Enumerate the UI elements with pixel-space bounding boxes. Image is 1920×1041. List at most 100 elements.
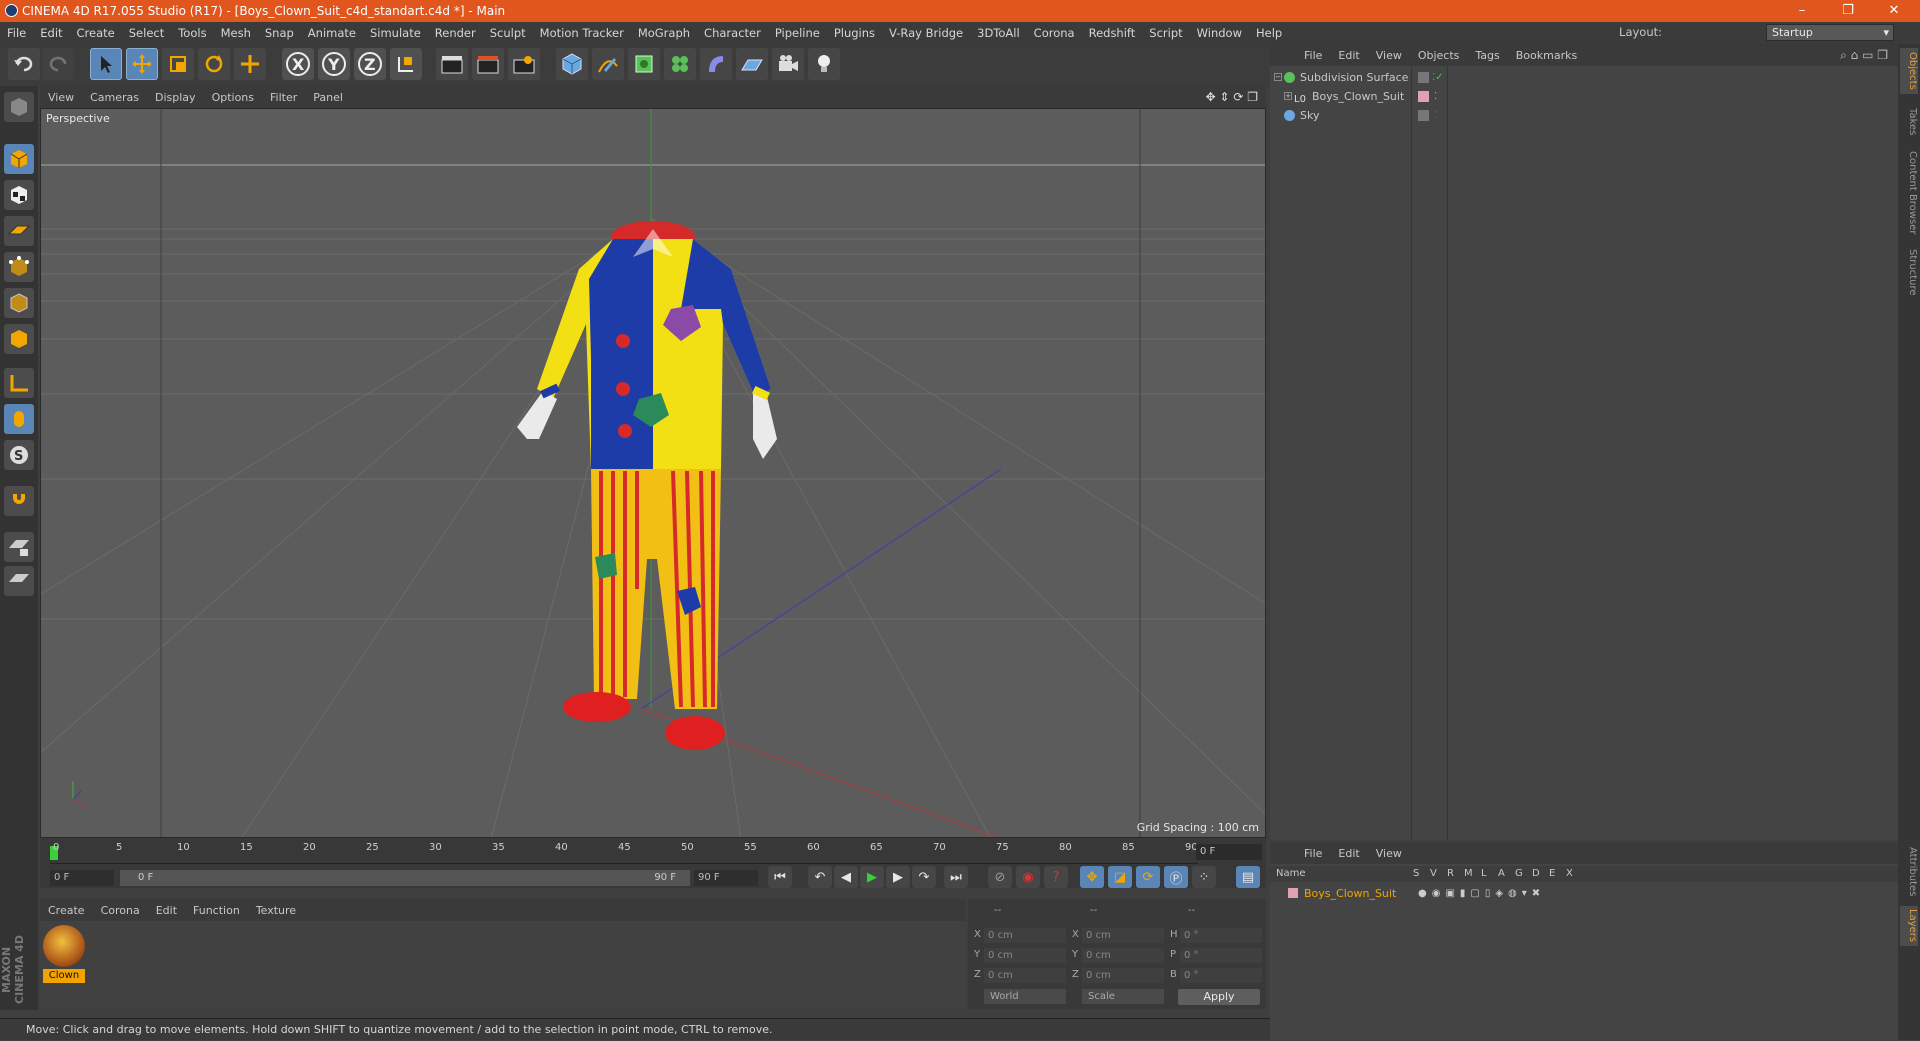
menu-3dtoall[interactable]: 3DToAll — [970, 26, 1027, 40]
menu-tools[interactable]: Tools — [171, 26, 213, 40]
range-slider[interactable]: 0 F 90 F — [120, 870, 690, 886]
object-menu-tags[interactable]: Tags — [1467, 49, 1507, 62]
render-to-picture-viewer-button[interactable] — [472, 48, 504, 80]
viewport-menu-view[interactable]: View — [40, 91, 82, 104]
key-rotation-button[interactable]: ⟳ — [1136, 866, 1160, 888]
key-position-button[interactable]: ✥ — [1080, 866, 1104, 888]
magnet-button[interactable] — [4, 486, 34, 516]
apply-button[interactable]: Apply — [1178, 989, 1260, 1005]
position-z-field[interactable]: 0 cm — [984, 968, 1066, 983]
menu-render[interactable]: Render — [428, 26, 483, 40]
tab-attributes[interactable]: Attributes — [1900, 844, 1918, 900]
texture-mode-button[interactable] — [4, 180, 34, 210]
tab-objects[interactable]: Objects — [1900, 48, 1918, 94]
menu-create[interactable]: Create — [70, 26, 122, 40]
previous-key-button[interactable]: ↶ — [808, 866, 832, 888]
layer-menu-edit[interactable]: Edit — [1330, 847, 1367, 860]
tab-structure[interactable]: Structure — [1900, 244, 1918, 300]
tab-takes[interactable]: Takes — [1900, 102, 1918, 142]
object-menu-bookmarks[interactable]: Bookmarks — [1508, 49, 1585, 62]
size-z-field[interactable]: 0 cm — [1082, 968, 1164, 983]
record-keys-button[interactable]: ⊘ — [988, 866, 1012, 888]
enabled-check-icon[interactable]: ⁚✓ — [1432, 68, 1444, 87]
object-menu-view[interactable]: View — [1368, 49, 1410, 62]
go-to-start-button[interactable]: ⏮ — [768, 866, 792, 888]
menu-mesh[interactable]: Mesh — [214, 26, 258, 40]
menu-plugins[interactable]: Plugins — [827, 26, 882, 40]
tab-content-browser[interactable]: Content Browser — [1900, 148, 1918, 238]
layer-color-icon[interactable] — [1418, 91, 1429, 102]
redo-button[interactable] — [42, 48, 74, 80]
menu-script[interactable]: Script — [1142, 26, 1189, 40]
tweak-mode-button[interactable] — [4, 404, 34, 434]
start-frame-field[interactable]: 0 F — [50, 870, 114, 886]
maximize-button[interactable]: ❐ — [1828, 0, 1868, 22]
menu-edit[interactable]: Edit — [33, 26, 69, 40]
cloner-button[interactable] — [664, 48, 696, 80]
menu-snap[interactable]: Snap — [258, 26, 301, 40]
live-selection-button[interactable] — [90, 48, 122, 80]
menu-select[interactable]: Select — [122, 26, 171, 40]
floor-button[interactable] — [736, 48, 768, 80]
object-menu-objects[interactable]: Objects — [1410, 49, 1468, 62]
key-scale-button[interactable]: ◪ — [1108, 866, 1132, 888]
object-row[interactable]: Sky ⁚ — [1270, 106, 1898, 125]
material-menu-corona[interactable]: Corona — [93, 904, 148, 917]
previous-frame-button[interactable]: ◀ — [834, 866, 858, 888]
snap-button[interactable]: S — [4, 440, 34, 470]
layer-flag-icons[interactable]: ●◉▣▮▢▯◈◍▾✖ — [1418, 884, 1545, 903]
workplane-mode-button[interactable] — [4, 216, 34, 246]
object-menu-edit[interactable]: Edit — [1330, 49, 1367, 62]
key-parameter-button[interactable]: Ⓟ — [1164, 866, 1188, 888]
next-frame-button[interactable]: ▶ — [886, 866, 910, 888]
expand-icon[interactable]: + — [1284, 92, 1292, 100]
layer-color-icon[interactable] — [1288, 888, 1298, 898]
size-mode-select[interactable]: Scale — [1082, 989, 1164, 1004]
current-frame-field[interactable]: 0 F — [1196, 844, 1262, 860]
menu-redshift[interactable]: Redshift — [1082, 26, 1143, 40]
render-settings-button[interactable] — [508, 48, 540, 80]
polygons-mode-button[interactable] — [4, 324, 34, 354]
keyframe-selection-button[interactable]: ? — [1044, 866, 1068, 888]
layer-menu-file[interactable]: File — [1296, 847, 1330, 860]
layer-color-icon[interactable] — [1418, 110, 1429, 121]
end-frame-field[interactable]: 90 F — [694, 870, 758, 886]
deformer-button[interactable] — [700, 48, 732, 80]
material-name[interactable]: Clown — [43, 969, 85, 983]
viewport-menu-display[interactable]: Display — [147, 91, 204, 104]
menu-pipeline[interactable]: Pipeline — [768, 26, 827, 40]
axis-mode-button[interactable] — [4, 368, 34, 398]
subdivision-surface-button[interactable] — [628, 48, 660, 80]
layer-color-icon[interactable] — [1418, 72, 1429, 83]
layer-menu-view[interactable]: View — [1368, 847, 1410, 860]
menu-animate[interactable]: Animate — [301, 26, 363, 40]
make-editable-button[interactable] — [4, 92, 34, 122]
material-menu-edit[interactable]: Edit — [148, 904, 185, 917]
rotation-p-field[interactable]: 0 ° — [1180, 948, 1262, 963]
menu-corona[interactable]: Corona — [1027, 26, 1082, 40]
viewport-nav-icons[interactable]: ✥ ⇕ ⟳ ❐ — [1206, 90, 1258, 104]
go-to-end-button[interactable]: ⏭ — [944, 866, 968, 888]
coordinate-system-button[interactable] — [390, 48, 422, 80]
object-row[interactable]: + L0 Boys_Clown_Suit ⁚ — [1270, 87, 1898, 106]
locked-workplane-button[interactable] — [4, 532, 34, 562]
undo-button[interactable] — [8, 48, 40, 80]
scale-tool-button[interactable] — [162, 48, 194, 80]
x-axis-button[interactable]: X — [282, 48, 314, 80]
size-x-field[interactable]: 0 cm — [1082, 928, 1164, 943]
position-y-field[interactable]: 0 cm — [984, 948, 1066, 963]
key-point-level-button[interactable]: ⁘ — [1192, 866, 1216, 888]
material-menu-function[interactable]: Function — [185, 904, 248, 917]
object-menu-file[interactable]: File — [1296, 49, 1330, 62]
model-mode-button[interactable] — [4, 144, 34, 174]
viewport-menu-panel[interactable]: Panel — [305, 91, 351, 104]
viewport-menu-options[interactable]: Options — [204, 91, 262, 104]
play-button[interactable]: ▶ — [860, 866, 884, 888]
tab-layers[interactable]: Layers — [1900, 906, 1918, 946]
light-button[interactable] — [808, 48, 840, 80]
rotate-tool-button[interactable] — [198, 48, 230, 80]
edges-mode-button[interactable] — [4, 288, 34, 318]
collapse-icon[interactable]: − — [1274, 73, 1282, 81]
layout-select[interactable]: Startup ▾ — [1766, 24, 1894, 41]
visibility-dots-icon[interactable]: ⁚ — [1434, 106, 1437, 125]
